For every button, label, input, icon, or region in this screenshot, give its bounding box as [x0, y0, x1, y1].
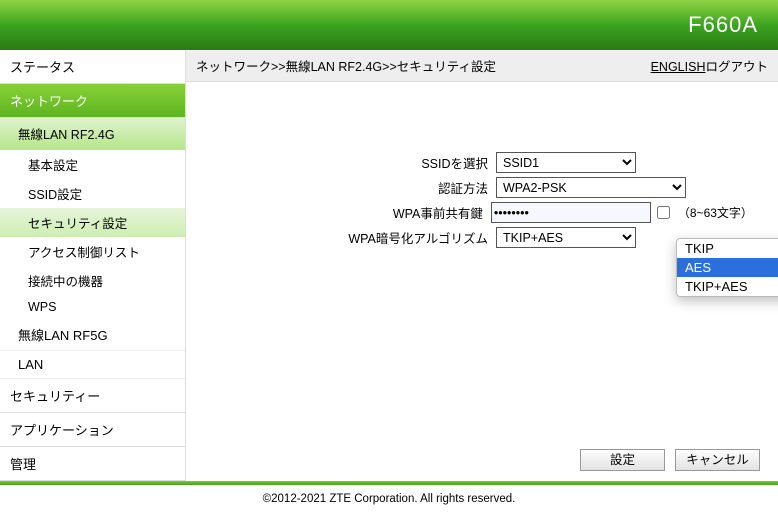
- header-bar: F660A: [0, 0, 778, 50]
- sidebar-item-connected-devices[interactable]: 接続中の機器: [0, 266, 185, 295]
- ssid-select[interactable]: SSID1: [496, 152, 636, 173]
- auth-method-select[interactable]: WPA2-PSK: [496, 177, 686, 198]
- sidebar-item-network[interactable]: ネットワーク: [0, 84, 185, 118]
- encryption-option-tkip[interactable]: TKIP: [677, 239, 778, 258]
- content-area: ネットワーク>>無線LAN RF2.4G>>セキュリティ設定 ENGLISHログ…: [186, 50, 778, 481]
- sidebar-item-security[interactable]: セキュリティー: [0, 379, 185, 413]
- sidebar: ステータス ネットワーク 無線LAN RF2.4G 基本設定 SSID設定 セキ…: [0, 50, 186, 481]
- sidebar-item-lan[interactable]: LAN: [0, 351, 185, 379]
- sidebar-item-security-settings[interactable]: セキュリティ設定: [0, 208, 185, 237]
- model-label: F660A: [688, 12, 758, 38]
- footer-text: ©2012-2021 ZTE Corporation. All rights r…: [0, 485, 778, 513]
- apply-button[interactable]: 設定: [580, 449, 665, 471]
- show-password-checkbox[interactable]: [657, 206, 670, 219]
- logout-link[interactable]: ログアウト: [705, 60, 768, 74]
- psk-input[interactable]: [491, 202, 651, 223]
- encryption-dropdown-open: TKIP AES TKIP+AES: [676, 238, 778, 297]
- sidebar-item-wlan5[interactable]: 無線LAN RF5G: [0, 319, 185, 351]
- breadcrumb: ネットワーク>>無線LAN RF2.4G>>セキュリティ設定: [196, 56, 496, 75]
- psk-label: WPA事前共有鍵: [216, 203, 491, 222]
- sidebar-item-basic[interactable]: 基本設定: [0, 150, 185, 179]
- encryption-option-both[interactable]: TKIP+AES: [677, 277, 778, 296]
- ssid-select-label: SSIDを選択: [216, 153, 496, 172]
- lang-logout[interactable]: ENGLISHログアウト: [651, 56, 768, 75]
- encryption-option-aes[interactable]: AES: [677, 258, 778, 277]
- encryption-select[interactable]: TKIP+AES: [496, 227, 636, 248]
- psk-hint: （8~63文字）: [678, 204, 748, 221]
- auth-method-label: 認証方法: [216, 178, 496, 197]
- sidebar-item-wps[interactable]: WPS: [0, 295, 185, 319]
- form-zone: SSIDを選択 SSID1 認証方法 WPA2-PSK WPA事前共有鍵: [186, 82, 778, 248]
- sidebar-item-acl[interactable]: アクセス制御リスト: [0, 237, 185, 266]
- cancel-button[interactable]: キャンセル: [675, 449, 760, 471]
- encryption-label: WPA暗号化アルゴリズム: [216, 228, 496, 247]
- sidebar-item-ssid-settings[interactable]: SSID設定: [0, 179, 185, 208]
- sidebar-item-status[interactable]: ステータス: [0, 50, 185, 84]
- english-link[interactable]: ENGLISH: [651, 60, 706, 74]
- sidebar-item-admin[interactable]: 管理: [0, 447, 185, 481]
- sidebar-item-application[interactable]: アプリケーション: [0, 413, 185, 447]
- sidebar-item-wlan24[interactable]: 無線LAN RF2.4G: [0, 118, 185, 150]
